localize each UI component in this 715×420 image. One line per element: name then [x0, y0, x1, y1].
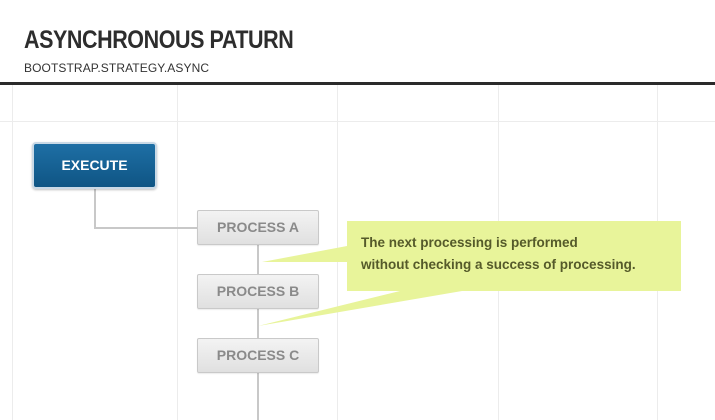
note-line-2: without checking a success of processing… [361, 257, 636, 272]
process-a-node: PROCESS A [197, 210, 319, 245]
note-callout: The next processing is performed without… [361, 232, 681, 276]
process-c-node: PROCESS C [197, 338, 319, 373]
process-b-node: PROCESS B [197, 274, 319, 309]
note-line-1: The next processing is performed [361, 235, 578, 250]
page-title: ASYNCHRONOUS PATURN [24, 26, 294, 54]
page-header: ASYNCHRONOUS PATURN BOOTSTRAP.STRATEGY.A… [0, 0, 715, 82]
page-subtitle: BOOTSTRAP.STRATEGY.ASYNC [24, 61, 210, 75]
execute-button[interactable]: EXECUTE [32, 142, 157, 189]
